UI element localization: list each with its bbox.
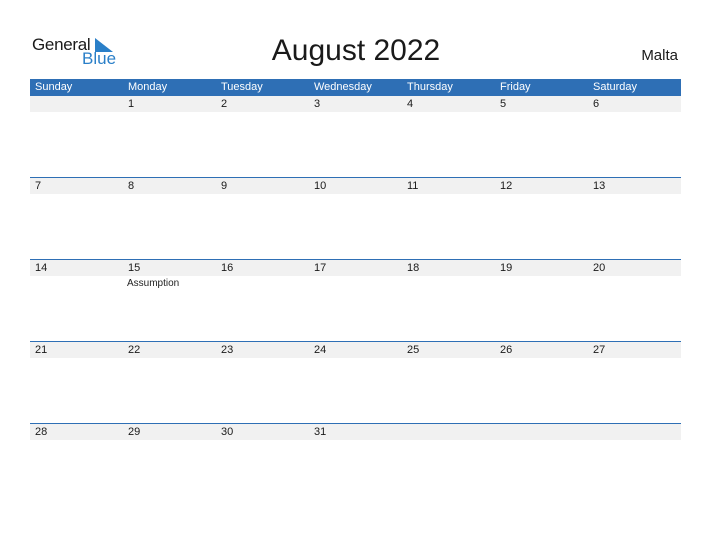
date-strip: 14 15 16 17 18 19 20 [30, 260, 681, 276]
day-cell: 18 [407, 262, 420, 274]
day-cell: 5 [500, 98, 507, 110]
day-cell: 30 [221, 426, 234, 438]
date-strip: 1 2 3 4 5 6 [30, 96, 681, 112]
day-cell [495, 424, 588, 440]
day-cell: 8 [128, 180, 135, 192]
day-cell: 24 [314, 344, 327, 356]
weekday-tuesday: Tuesday [221, 81, 263, 93]
day-cell: 28 [35, 426, 48, 438]
day-cell: 23 [221, 344, 234, 356]
day-cell: 1 [128, 98, 135, 110]
weeks-container: 1 2 3 4 5 6 7 8 9 10 11 12 13 14 15 16 17 18 19 20 Assumptio… [30, 96, 681, 505]
weekday-wednesday: Wednesday [314, 81, 372, 93]
country-label: Malta [641, 47, 678, 64]
weekday-sunday: Sunday [35, 81, 73, 93]
date-strip: 21 22 23 24 25 26 27 [30, 342, 681, 358]
day-cell: 27 [593, 344, 606, 356]
weekday-friday: Friday [500, 81, 531, 93]
day-cell: 16 [221, 262, 234, 274]
day-cell: 10 [314, 180, 327, 192]
day-cell: 3 [314, 98, 321, 110]
day-cell: 22 [128, 344, 141, 356]
day-cell: 26 [500, 344, 513, 356]
day-cell: 7 [35, 180, 42, 192]
week-row: 14 15 16 17 18 19 20 Assumption [30, 259, 681, 341]
day-cell: 13 [593, 180, 606, 192]
day-cell: 11 [407, 180, 419, 192]
day-cell: 25 [407, 344, 420, 356]
weekday-saturday: Saturday [593, 81, 638, 93]
weekday-monday: Monday [128, 81, 168, 93]
day-cell: 4 [407, 98, 414, 110]
day-cell: 6 [593, 98, 600, 110]
day-cell: 29 [128, 426, 141, 438]
weekday-header: Sunday Monday Tuesday Wednesday Thursday… [30, 79, 681, 96]
day-cell: 20 [593, 262, 606, 274]
day-cell: 2 [221, 98, 228, 110]
day-cell: 15 [128, 262, 141, 274]
weekday-thursday: Thursday [407, 81, 453, 93]
day-cell: 12 [500, 180, 513, 192]
day-cell: 19 [500, 262, 513, 274]
day-cell: 9 [221, 180, 228, 192]
date-strip: 7 8 9 10 11 12 13 [30, 178, 681, 194]
week-row: 1 2 3 4 5 6 [30, 96, 681, 177]
day-cell [402, 424, 495, 440]
week-row: 21 22 23 24 25 26 27 [30, 341, 681, 423]
day-cell: 31 [314, 426, 327, 438]
week-row: 7 8 9 10 11 12 13 [30, 177, 681, 259]
day-cell: 21 [35, 344, 48, 356]
day-cell: 17 [314, 262, 327, 274]
page-title: August 2022 [271, 34, 441, 67]
week-row: 28 29 30 31 [30, 423, 681, 505]
date-strip: 28 29 30 31 [30, 424, 681, 440]
day-cell [588, 424, 681, 440]
calendar: Sunday Monday Tuesday Wednesday Thursday… [30, 79, 681, 505]
day-cell: 14 [35, 262, 48, 274]
holiday-label: Assumption [127, 278, 180, 289]
day-cell [30, 96, 123, 112]
